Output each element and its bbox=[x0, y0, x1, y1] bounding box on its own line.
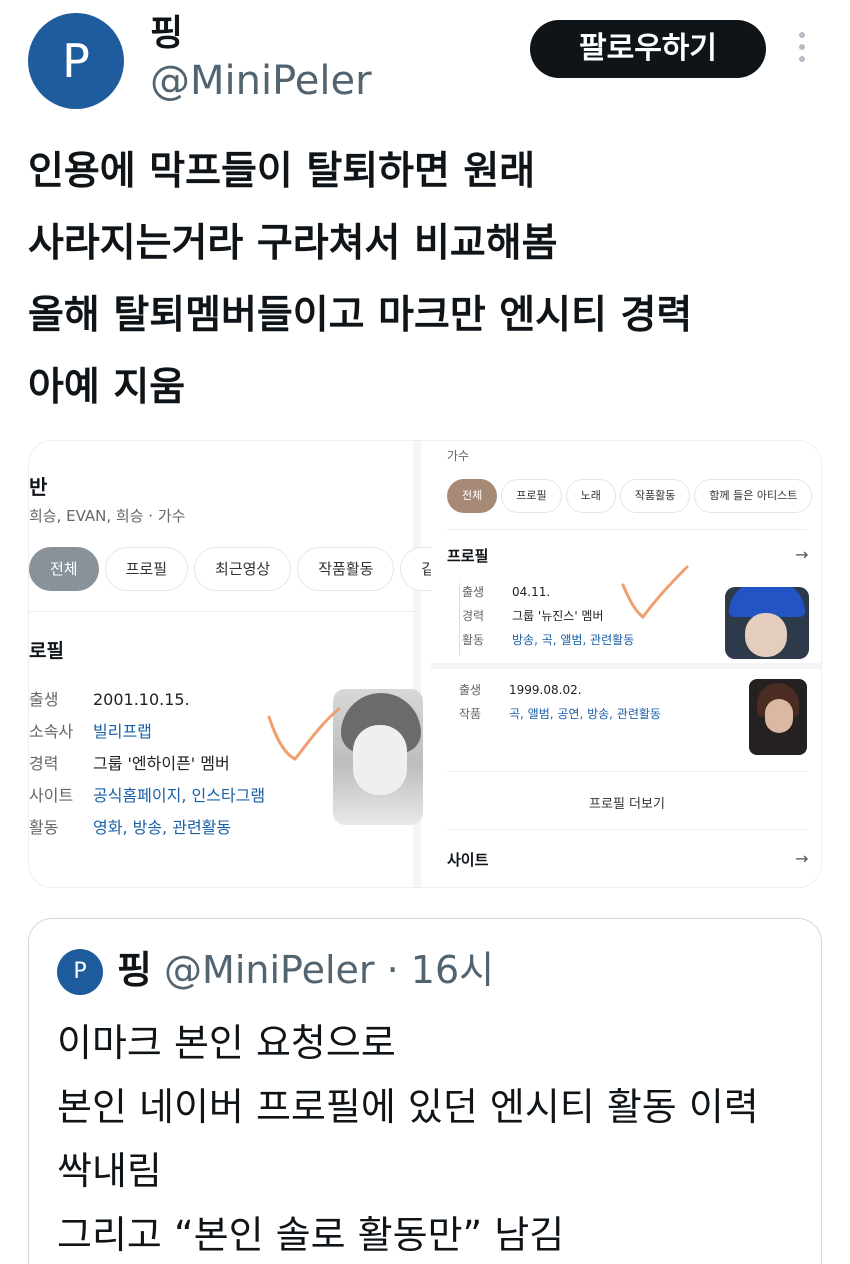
site-section-title: 사이트 bbox=[447, 851, 489, 869]
profile-more-link: 프로필 더보기 bbox=[589, 797, 665, 812]
divider bbox=[29, 611, 421, 612]
quote-line: 이마크 본인 요청으로 bbox=[57, 1021, 396, 1065]
tweet-text: 인용에 막프들이 탈퇴하면 원래 사라지는거라 구라쳐서 비교해봄 올해 탈퇴멤… bbox=[28, 136, 828, 424]
tweet-line: 사라지는거라 구라쳐서 비교해봄 bbox=[28, 221, 558, 266]
tweet-line: 아예 지움 bbox=[28, 365, 186, 410]
profile-rows: 출생 2001.10.15. 소속사 빌리프랩 경력 그룹 '엔하이픈' 멤버 사이트… bbox=[29, 686, 265, 846]
section-title: 로필 bbox=[29, 640, 64, 662]
tab-works: 작품활동 bbox=[619, 479, 691, 513]
profile-name: 반 bbox=[29, 475, 48, 499]
tab-profile: 프로필 bbox=[501, 479, 562, 513]
profile-row: 소속사 빌리프랩 bbox=[29, 722, 152, 741]
divider bbox=[447, 529, 807, 530]
tab-recent-video: 최근영상 bbox=[194, 547, 292, 591]
avatar[interactable]: P bbox=[28, 13, 124, 109]
profile-row: 경력 그룹 '엔하이픈' 멤버 bbox=[29, 754, 230, 773]
profile-row: 활동 방송, 곡, 앨범, 관련활동 bbox=[462, 633, 635, 647]
profile-row: 사이트 공식홈페이지, 인스타그램 bbox=[29, 786, 266, 805]
avatar: P bbox=[57, 949, 103, 995]
author-name: 핑 bbox=[117, 948, 152, 992]
quote-line: 그리고 “본인 솔로 활동만” 남김 bbox=[57, 1213, 565, 1257]
arrow-right-icon: → bbox=[795, 849, 809, 868]
profile-rows: 출생 1999.08.02. 작품 곡, 앨범, 공연, 방송, 관련활동 bbox=[459, 681, 661, 729]
arrow-right-icon: → bbox=[795, 545, 809, 564]
tab-all: 전체 bbox=[29, 547, 99, 591]
profile-row: 활동 영화, 방송, 관련활동 bbox=[29, 818, 232, 837]
profile-row: 경력 그룹 '뉴진스' 멤버 bbox=[462, 609, 604, 623]
divider bbox=[447, 829, 807, 830]
tweet-media[interactable]: 반 희승, EVAN, 희승 · 가수 전체 프로필 최근영상 작품활동 같 로필 출생… bbox=[28, 440, 822, 888]
divider bbox=[447, 771, 807, 772]
tab-profile: 프로필 bbox=[104, 547, 189, 591]
tweet-line: 올해 탈퇴멤버들이고 마크만 엔시티 경력 bbox=[28, 293, 693, 338]
profile-row: 출생 04.11. bbox=[462, 585, 551, 599]
profile-tabs: 전체 프로필 노래 작품활동 함께 들은 아티스트 bbox=[447, 479, 816, 513]
tweet-line: 인용에 막프들이 탈퇴하면 원래 bbox=[28, 149, 536, 194]
more-vertical-icon[interactable] bbox=[790, 28, 814, 72]
media-image-right[interactable]: 가수 전체 프로필 노래 작품활동 함께 들은 아티스트 프로필 → 출생 04.11. … bbox=[431, 441, 821, 887]
profile-row: 작품 곡, 앨범, 공연, 방송, 관련활동 bbox=[459, 707, 661, 721]
profile-row: 출생 1999.08.02. bbox=[459, 683, 582, 697]
divider bbox=[431, 663, 821, 669]
quoted-tweet-meta: 핑 @MiniPeler · 16시 bbox=[117, 945, 494, 995]
tweet-header: P 핑 @MiniPeler 팔로우하기 bbox=[0, 0, 850, 120]
tab-all: 전체 bbox=[447, 479, 498, 513]
category-label: 가수 bbox=[447, 449, 470, 463]
author-name[interactable]: 핑 bbox=[150, 4, 183, 56]
profile-tabs: 전체 프로필 최근영상 작품활동 같 bbox=[29, 547, 462, 593]
check-mark-icon bbox=[267, 707, 341, 761]
profile-aliases: 희승, EVAN, 희승 · 가수 bbox=[29, 507, 186, 525]
follow-button[interactable]: 팔로우하기 bbox=[530, 20, 766, 78]
profile-photo bbox=[749, 679, 807, 755]
tab-related-artists: 함께 들은 아티스트 bbox=[694, 479, 813, 513]
tab-works: 작품활동 bbox=[297, 547, 395, 591]
profile-row: 출생 2001.10.15. bbox=[29, 690, 190, 709]
quoted-tweet-text: 이마크 본인 요청으로 본인 네이버 프로필에 있던 엔시티 활동 이력 싹내림… bbox=[57, 1011, 817, 1264]
author-handle-time: @MiniPeler · 16시 bbox=[151, 948, 495, 992]
quote-line: 본인 네이버 프로필에 있던 엔시티 활동 이력 bbox=[57, 1085, 759, 1129]
profile-rows: 출생 04.11. 경력 그룹 '뉴진스' 멤버 활동 방송, 곡, 앨범, 관련활동 bbox=[459, 583, 634, 655]
tab-songs: 노래 bbox=[565, 479, 616, 513]
section-title: 프로필 bbox=[447, 547, 489, 565]
profile-photo bbox=[725, 587, 809, 659]
quote-line: 싹내림 bbox=[57, 1149, 162, 1193]
author-handle[interactable]: @MiniPeler bbox=[150, 58, 372, 104]
profile-photo bbox=[333, 689, 423, 825]
check-mark-icon bbox=[621, 565, 689, 620]
media-image-left[interactable]: 반 희승, EVAN, 희승 · 가수 전체 프로필 최근영상 작품활동 같 로필 출생… bbox=[29, 441, 457, 887]
quoted-tweet[interactable]: P 핑 @MiniPeler · 16시 이마크 본인 요청으로 본인 네이버 … bbox=[28, 918, 822, 1264]
